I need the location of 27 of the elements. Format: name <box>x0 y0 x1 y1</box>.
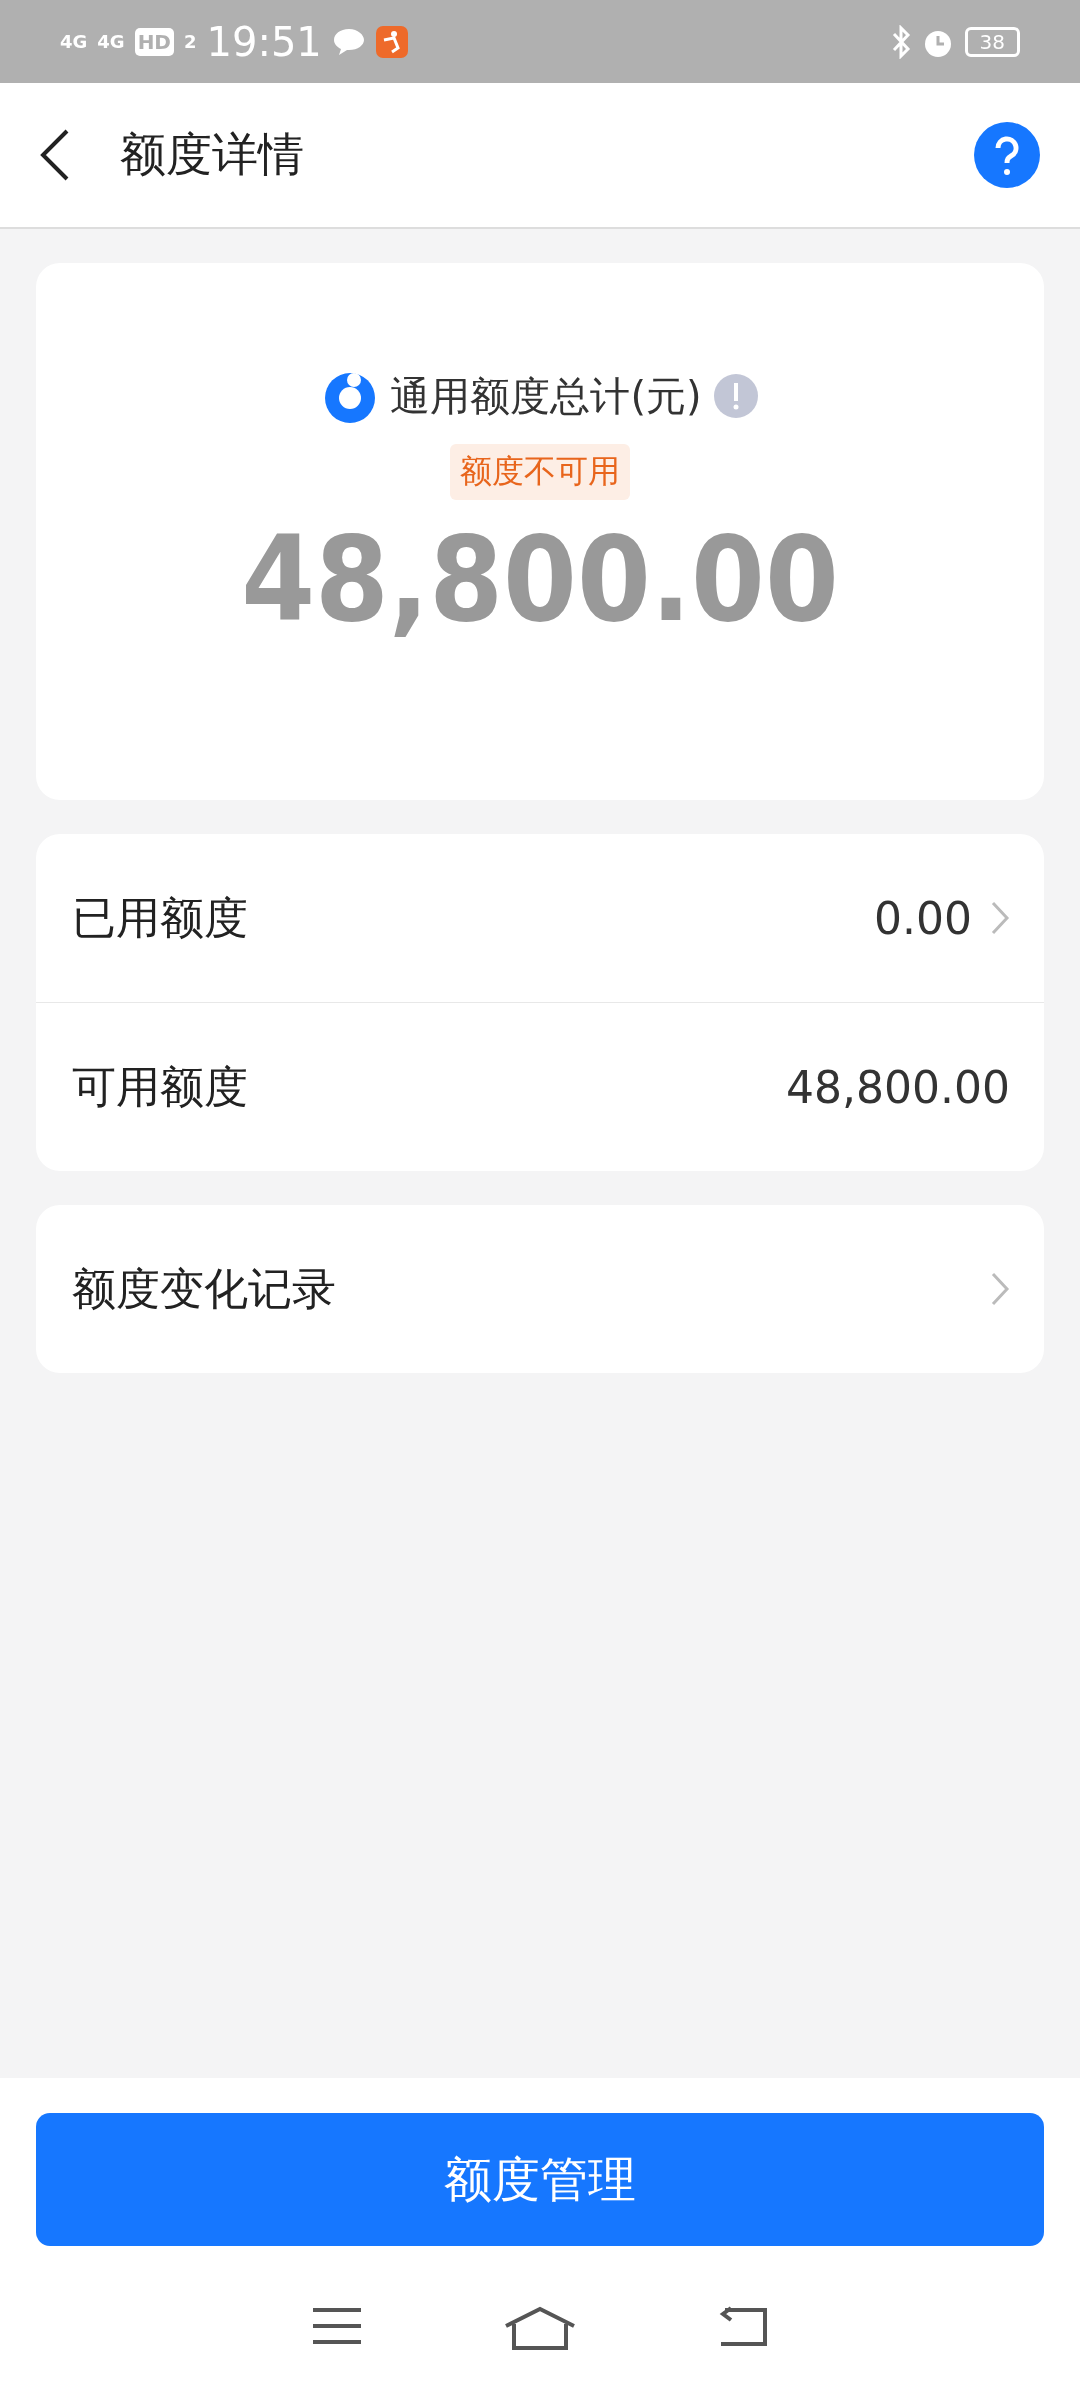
row-label: 已用额度 <box>72 890 249 945</box>
signal-label: 4G <box>97 31 125 52</box>
chevron-right-icon <box>990 1271 1010 1307</box>
total-amount: 48,800.00 <box>241 510 839 648</box>
total-label: 通用额度总计(元) <box>390 371 702 421</box>
clock: 19:51 <box>206 18 322 65</box>
back-nav-icon[interactable] <box>717 2306 770 2348</box>
row-label: 可用额度 <box>72 1059 249 1114</box>
row-value: 48,800.00 <box>786 1061 1010 1113</box>
record-card[interactable]: 额度变化记录 <box>36 1205 1044 1373</box>
home-icon[interactable] <box>504 2306 576 2350</box>
page-title: 额度详情 <box>120 126 305 183</box>
row-value: 0.00 <box>874 892 972 944</box>
hd-label: HD <box>134 27 174 56</box>
manage-button[interactable]: 额度管理 <box>36 2113 1044 2246</box>
signal-label: 4G <box>60 31 88 52</box>
bluetooth-icon <box>890 24 911 59</box>
row-label: 额度变化记录 <box>72 1261 337 1316</box>
chevron-right-icon <box>990 900 1010 936</box>
battery-icon: 38 <box>964 26 1020 57</box>
hd-sub-label: 2 <box>183 31 197 52</box>
app-icon <box>375 25 408 58</box>
status-badge: 额度不可用 <box>450 444 630 500</box>
menu-icon[interactable] <box>310 2306 363 2346</box>
chat-icon <box>331 26 366 57</box>
back-icon[interactable] <box>40 129 70 181</box>
help-icon[interactable] <box>974 122 1040 188</box>
